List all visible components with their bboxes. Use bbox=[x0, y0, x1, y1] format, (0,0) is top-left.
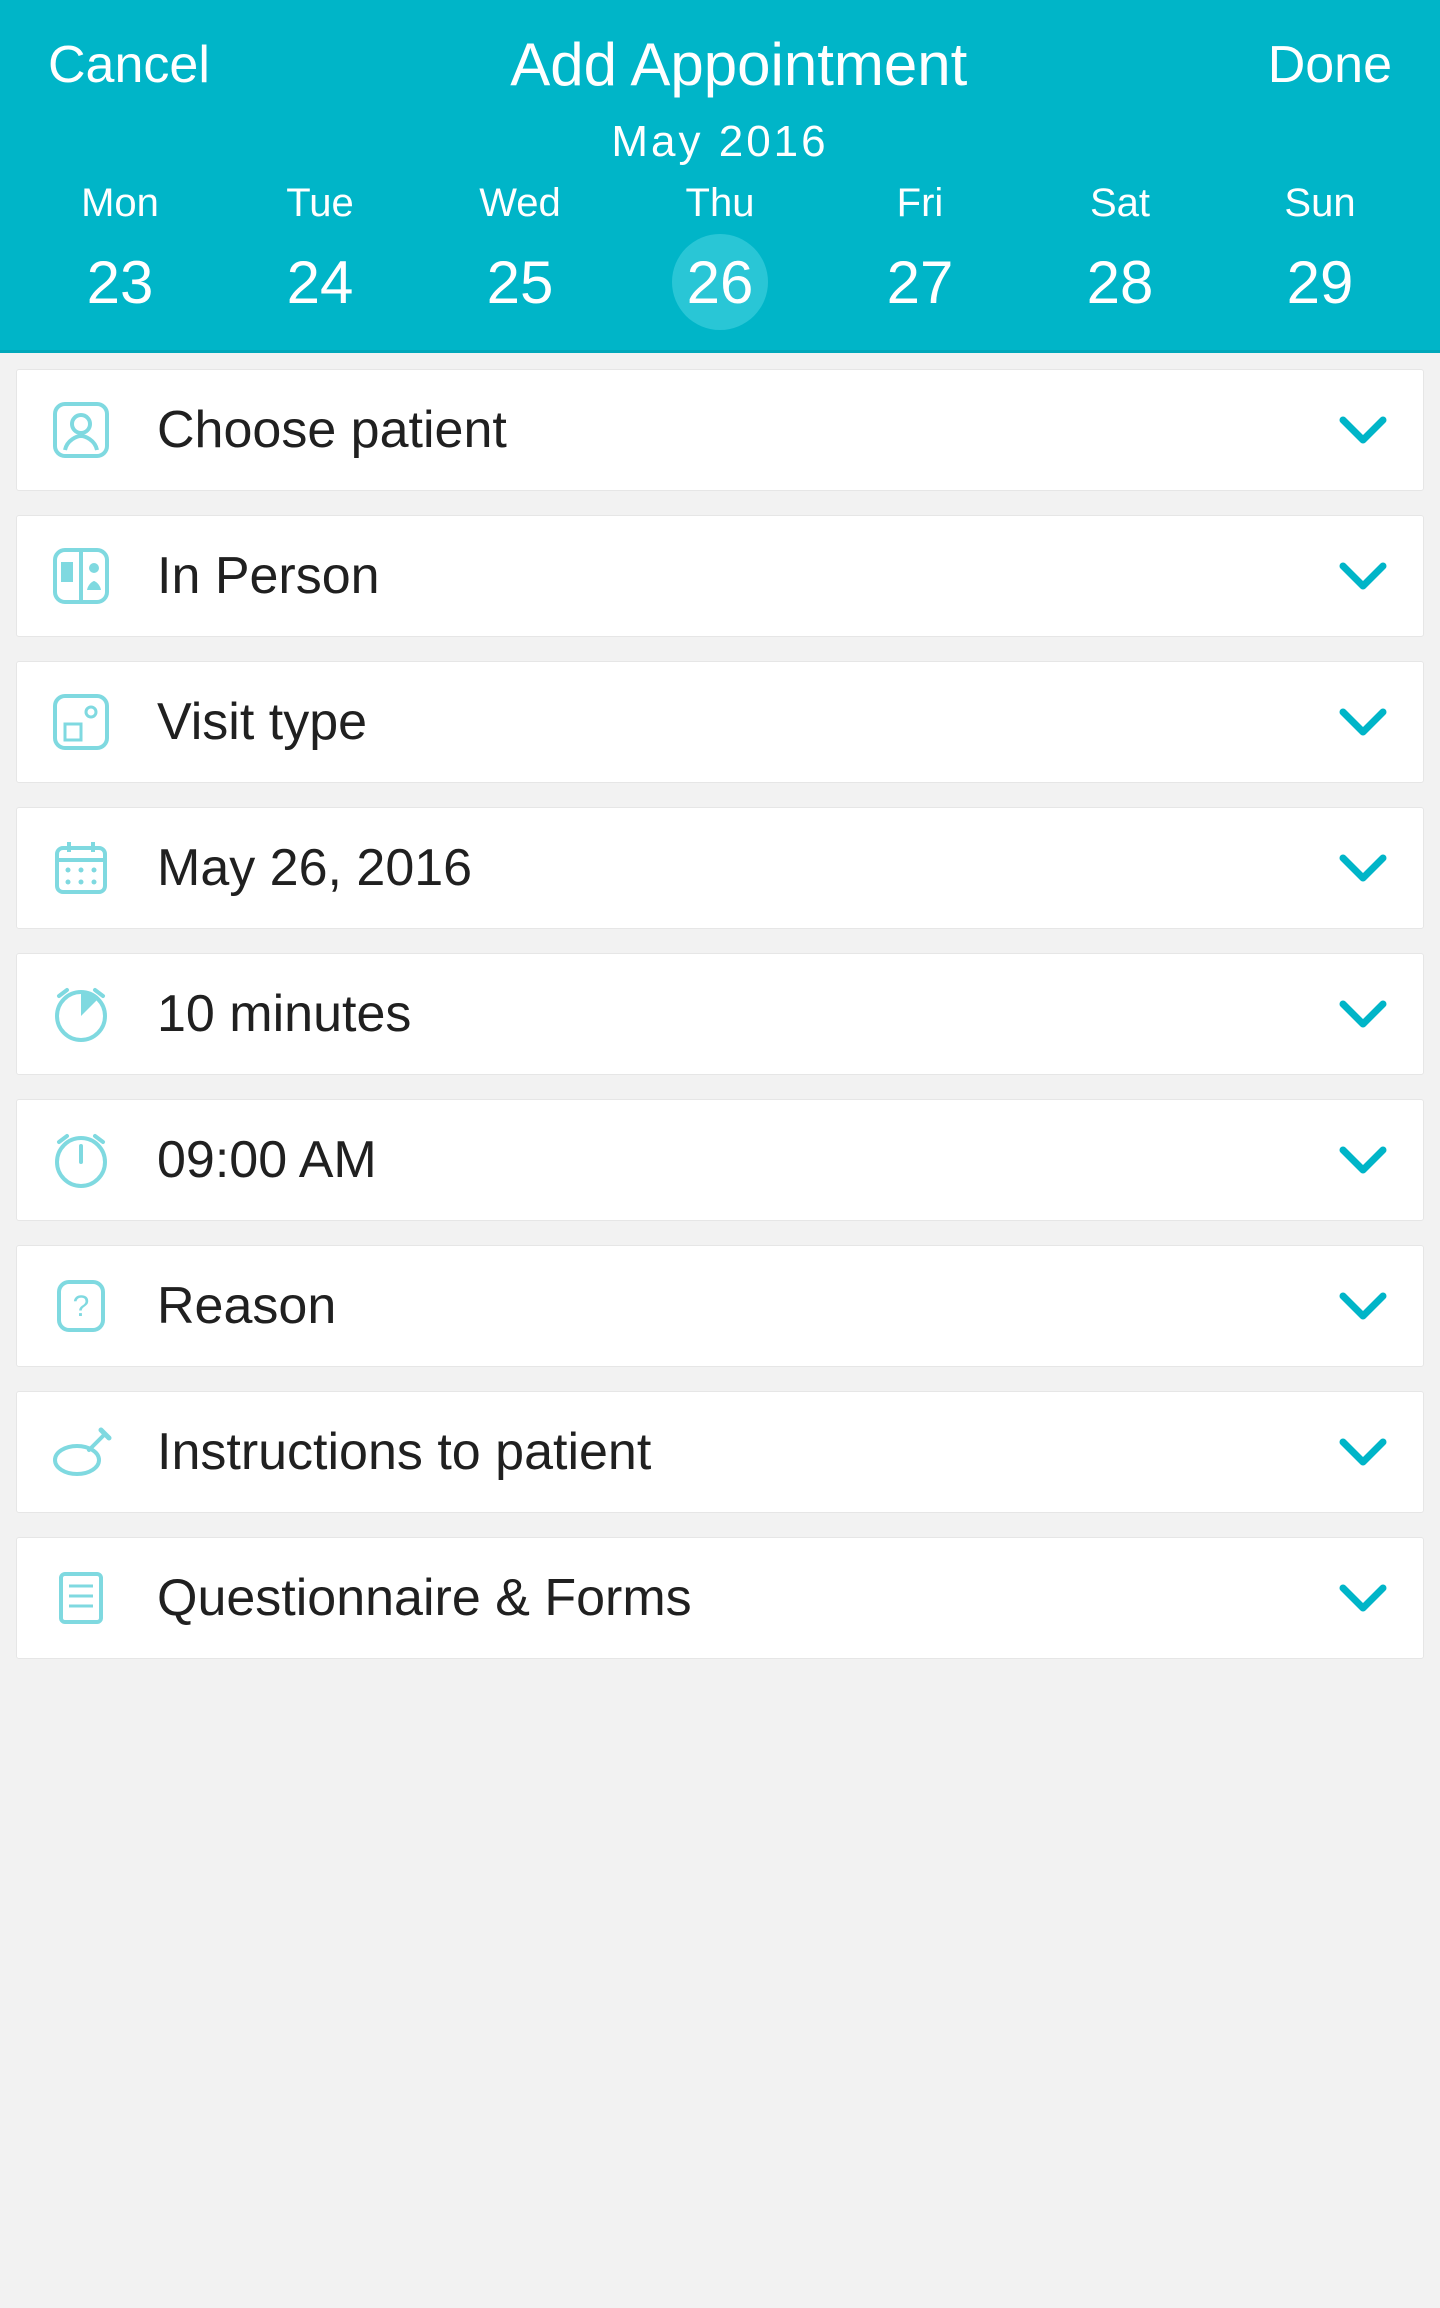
visittype-icon bbox=[49, 690, 113, 754]
day-name: Thu bbox=[620, 181, 820, 226]
chevron-down-icon bbox=[1335, 1132, 1391, 1188]
day-number-wrap: 23 bbox=[72, 234, 168, 330]
chevron-down-icon bbox=[1335, 840, 1391, 896]
topbar: Cancel Add Appointment Done bbox=[0, 0, 1440, 109]
week-strip: Mon 23 Tue 24 Wed 25 Thu 26 Fri 27 Sat 28 Sun 29 bbox=[0, 181, 1440, 344]
day-number-wrap: 29 bbox=[1272, 234, 1368, 330]
time-icon bbox=[49, 1128, 113, 1192]
day-number-wrap: 25 bbox=[472, 234, 568, 330]
chevron-down-icon bbox=[1335, 986, 1391, 1042]
day-number: 25 bbox=[487, 248, 554, 317]
forms-row[interactable]: Questionnaire & Forms bbox=[16, 1537, 1424, 1659]
day-number: 26 bbox=[687, 248, 754, 317]
day-number-wrap: 26 bbox=[672, 234, 768, 330]
day-number-wrap: 24 bbox=[272, 234, 368, 330]
day-name: Sat bbox=[1020, 181, 1220, 226]
appointment-fields-list: Choose patient In Person Visit type May 26,… bbox=[0, 353, 1440, 1699]
day-name: Sun bbox=[1220, 181, 1420, 226]
row-label: May 26, 2016 bbox=[157, 838, 1335, 898]
duration-icon bbox=[49, 982, 113, 1046]
row-label: 09:00 AM bbox=[157, 1130, 1335, 1190]
day-name: Mon bbox=[20, 181, 220, 226]
chevron-down-icon bbox=[1335, 1570, 1391, 1626]
row-label: Questionnaire & Forms bbox=[157, 1568, 1335, 1628]
page-title: Add Appointment bbox=[210, 30, 1268, 99]
choose-patient-row[interactable]: Choose patient bbox=[16, 369, 1424, 491]
patient-icon bbox=[49, 398, 113, 462]
visit-type-row[interactable]: Visit type bbox=[16, 661, 1424, 783]
day-number: 28 bbox=[1087, 248, 1154, 317]
chevron-down-icon bbox=[1335, 402, 1391, 458]
calendar-icon bbox=[49, 836, 113, 900]
day-name: Fri bbox=[820, 181, 1020, 226]
row-label: Choose patient bbox=[157, 400, 1335, 460]
chevron-down-icon bbox=[1335, 694, 1391, 750]
cancel-button[interactable]: Cancel bbox=[48, 35, 210, 95]
day-cell-25[interactable]: Wed 25 bbox=[420, 181, 620, 330]
row-label: 10 minutes bbox=[157, 984, 1335, 1044]
day-cell-28[interactable]: Sat 28 bbox=[1020, 181, 1220, 330]
day-number-wrap: 27 bbox=[872, 234, 968, 330]
reason-icon bbox=[49, 1274, 113, 1338]
chevron-down-icon bbox=[1335, 1278, 1391, 1334]
row-label: In Person bbox=[157, 546, 1335, 606]
chevron-down-icon bbox=[1335, 1424, 1391, 1480]
day-cell-26[interactable]: Thu 26 bbox=[620, 181, 820, 330]
day-number: 24 bbox=[287, 248, 354, 317]
month-label: May 2016 bbox=[0, 117, 1440, 167]
day-cell-24[interactable]: Tue 24 bbox=[220, 181, 420, 330]
day-cell-23[interactable]: Mon 23 bbox=[20, 181, 220, 330]
duration-row[interactable]: 10 minutes bbox=[16, 953, 1424, 1075]
instructions-icon bbox=[49, 1420, 113, 1484]
row-label: Instructions to patient bbox=[157, 1422, 1335, 1482]
day-name: Tue bbox=[220, 181, 420, 226]
inperson-icon bbox=[49, 544, 113, 608]
row-label: Reason bbox=[157, 1276, 1335, 1336]
day-number-wrap: 28 bbox=[1072, 234, 1168, 330]
done-button[interactable]: Done bbox=[1268, 35, 1392, 95]
day-cell-27[interactable]: Fri 27 bbox=[820, 181, 1020, 330]
day-number: 27 bbox=[887, 248, 954, 317]
row-label: Visit type bbox=[157, 692, 1335, 752]
instructions-row[interactable]: Instructions to patient bbox=[16, 1391, 1424, 1513]
appointment-header: Cancel Add Appointment Done May 2016 Mon… bbox=[0, 0, 1440, 353]
visit-mode-row[interactable]: In Person bbox=[16, 515, 1424, 637]
reason-row[interactable]: Reason bbox=[16, 1245, 1424, 1367]
time-row[interactable]: 09:00 AM bbox=[16, 1099, 1424, 1221]
day-cell-29[interactable]: Sun 29 bbox=[1220, 181, 1420, 330]
chevron-down-icon bbox=[1335, 548, 1391, 604]
day-number: 29 bbox=[1287, 248, 1354, 317]
date-row[interactable]: May 26, 2016 bbox=[16, 807, 1424, 929]
day-number: 23 bbox=[87, 248, 154, 317]
forms-icon bbox=[49, 1566, 113, 1630]
day-name: Wed bbox=[420, 181, 620, 226]
